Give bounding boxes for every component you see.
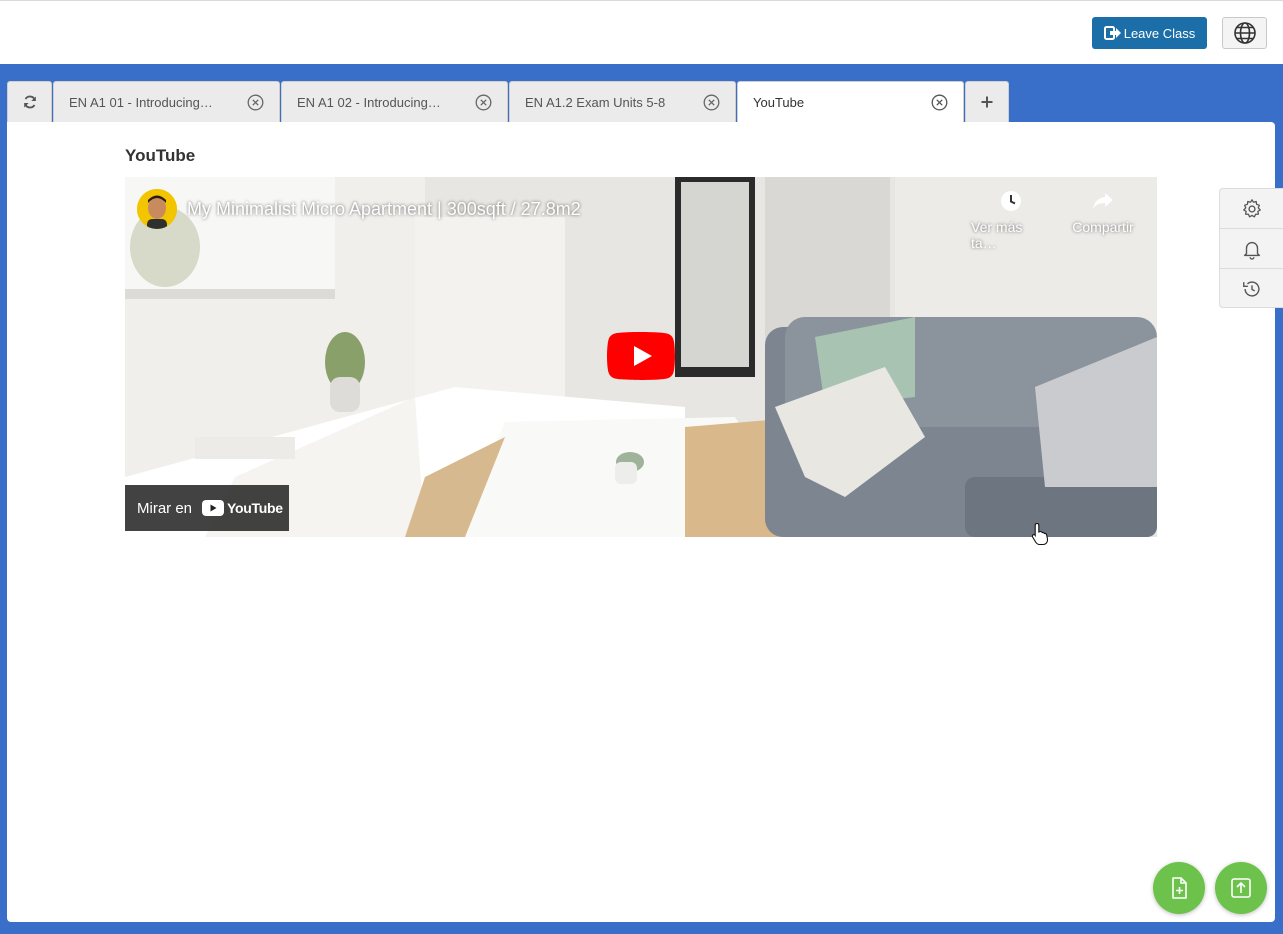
language-button[interactable] xyxy=(1222,17,1267,49)
add-tab-button[interactable] xyxy=(965,81,1009,122)
content-panel: YouTube My Minimalist Micro Apartment | … xyxy=(7,122,1275,922)
upload-button[interactable] xyxy=(1215,862,1267,914)
sign-out-icon xyxy=(1103,26,1121,40)
close-tab-icon[interactable] xyxy=(475,94,492,111)
tab-label: EN A1 01 - Introducing… xyxy=(69,94,213,110)
bell-icon xyxy=(1243,241,1260,260)
upload-icon xyxy=(1231,878,1251,898)
side-toolbar xyxy=(1219,188,1283,308)
watch-later-button[interactable]: Ver más ta… xyxy=(971,189,1051,251)
close-tab-icon[interactable] xyxy=(703,94,720,111)
tab-en-a1-2-exam[interactable]: EN A1.2 Exam Units 5-8 xyxy=(509,81,736,122)
settings-button[interactable] xyxy=(1220,189,1283,229)
close-tab-icon[interactable] xyxy=(931,94,948,111)
youtube-logo-text: YouTube xyxy=(227,500,283,516)
share-icon xyxy=(1093,193,1113,209)
tab-label: EN A1 02 - Introducing… xyxy=(297,94,441,110)
globe-icon xyxy=(1233,22,1256,44)
history-icon xyxy=(1242,281,1260,297)
watch-later-label: Ver más ta… xyxy=(971,219,1023,251)
leave-class-label: Leave Class xyxy=(1123,25,1196,41)
top-bar: Leave Class xyxy=(0,0,1283,64)
tab-en-a1-02[interactable]: EN A1 02 - Introducing… xyxy=(281,81,508,122)
tab-label: EN A1.2 Exam Units 5-8 xyxy=(525,94,666,110)
youtube-video-embed[interactable]: My Minimalist Micro Apartment | 300sqft … xyxy=(125,177,1157,537)
tab-bar: EN A1 01 - Introducing… EN A1 02 - Intro… xyxy=(7,81,1010,122)
watch-on-youtube-button[interactable]: Mirar en YouTube xyxy=(125,485,289,531)
add-document-button[interactable] xyxy=(1153,862,1205,914)
share-button[interactable]: Compartir xyxy=(1063,189,1143,235)
youtube-logo-icon xyxy=(202,500,225,516)
leave-class-button[interactable]: Leave Class xyxy=(1092,17,1207,49)
notifications-button[interactable] xyxy=(1220,229,1283,269)
gear-icon xyxy=(1242,198,1261,218)
file-plus-icon xyxy=(1172,877,1187,899)
panel-title: YouTube xyxy=(125,146,196,165)
tab-label: YouTube xyxy=(753,94,805,110)
refresh-tab-button[interactable] xyxy=(7,81,52,122)
tab-en-a1-01[interactable]: EN A1 01 - Introducing… xyxy=(53,81,280,122)
history-button[interactable] xyxy=(1220,269,1283,309)
plus-icon xyxy=(981,96,993,108)
watch-on-label: Mirar en xyxy=(137,499,193,517)
youtube-logo: YouTube xyxy=(202,500,283,516)
clock-icon xyxy=(1001,191,1021,211)
tab-youtube[interactable]: YouTube xyxy=(737,81,964,122)
share-label: Compartir xyxy=(1072,219,1134,235)
close-tab-icon[interactable] xyxy=(247,94,264,111)
video-title[interactable]: My Minimalist Micro Apartment | 300sqft … xyxy=(187,199,581,220)
play-icon[interactable] xyxy=(607,332,675,380)
channel-avatar[interactable] xyxy=(137,189,177,229)
refresh-icon xyxy=(23,95,36,109)
hand-cursor-icon xyxy=(1031,522,1049,546)
